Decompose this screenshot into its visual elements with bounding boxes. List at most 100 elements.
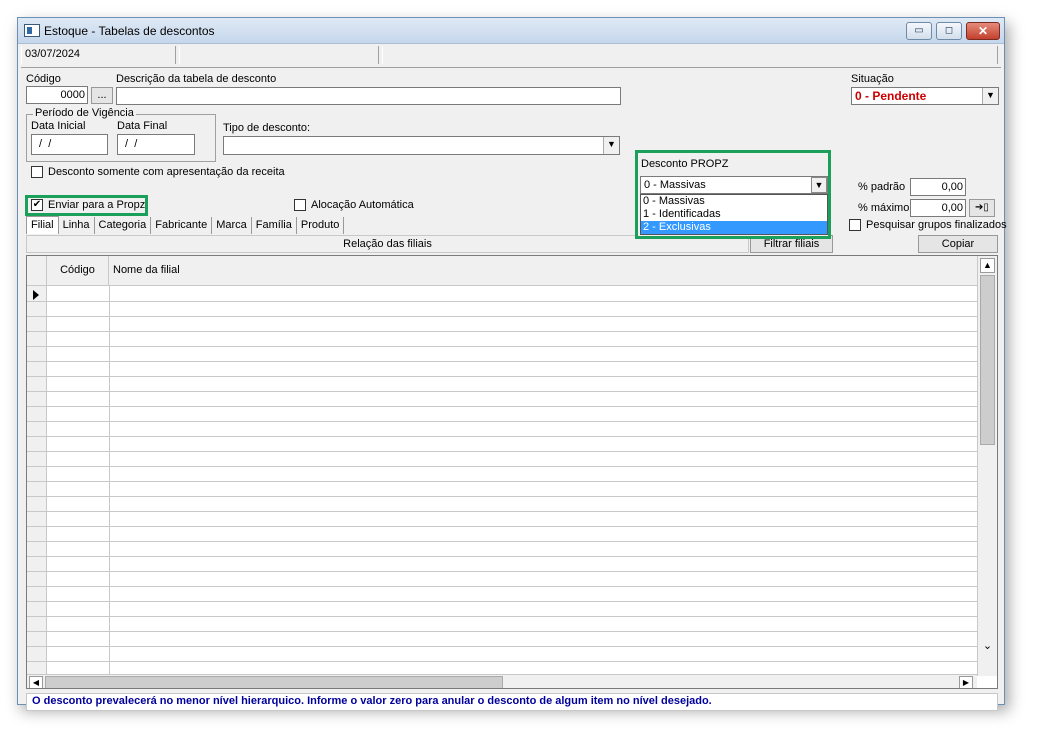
table-row[interactable]: [27, 406, 977, 407]
window-title: Estoque - Tabelas de descontos: [44, 24, 215, 38]
grid-header-row: Código Nome da filial: [27, 256, 977, 286]
status-cell-3: [382, 46, 998, 64]
descricao-label: Descrição da tabela de desconto: [116, 73, 277, 85]
footer-message: O desconto prevalecerá no menor nível hi…: [32, 695, 712, 707]
situacao-select[interactable]: 0 - Pendente ▼: [851, 87, 999, 105]
tab-filial[interactable]: Filial: [26, 216, 59, 234]
desconto-receita-checkbox[interactable]: [31, 166, 43, 178]
table-row[interactable]: [27, 601, 977, 602]
col-nome-header[interactable]: Nome da filial: [113, 256, 180, 284]
tab-linha[interactable]: Linha: [59, 217, 95, 234]
enviar-propz-label: Enviar para a Propz: [48, 199, 146, 211]
table-row[interactable]: [27, 646, 977, 647]
table-row[interactable]: [27, 496, 977, 497]
chevron-down-icon[interactable]: ▼: [982, 88, 998, 104]
table-row[interactable]: [27, 526, 977, 527]
table-row[interactable]: [27, 571, 977, 572]
title-bar[interactable]: Estoque - Tabelas de descontos ▭ ◻ ✕: [18, 18, 1004, 44]
table-row[interactable]: [27, 331, 977, 332]
maximize-button[interactable]: ◻: [936, 22, 962, 40]
table-row[interactable]: [27, 346, 977, 347]
tipo-desconto-select[interactable]: ▼: [223, 136, 620, 155]
pesquisar-checkbox[interactable]: [849, 219, 861, 231]
desconto-propz-group: Desconto PROPZ 0 - Massivas ▼ 0 - Massiv…: [635, 150, 831, 239]
data-inicial-input[interactable]: / /: [31, 134, 108, 155]
desconto-propz-label: Desconto PROPZ: [641, 158, 729, 170]
table-row[interactable]: [27, 481, 977, 482]
tab-produto[interactable]: Produto: [297, 217, 345, 234]
pct-padrao-label: % padrão: [858, 181, 906, 193]
row-indicator-header: [27, 256, 47, 286]
status-bar: 03/07/2024: [21, 45, 1001, 65]
table-row[interactable]: [27, 421, 977, 422]
table-row[interactable]: [27, 391, 977, 392]
grid-rows: [27, 286, 977, 676]
scroll-left-icon[interactable]: ◀: [29, 676, 43, 688]
table-row[interactable]: [27, 661, 977, 662]
propz-option-exclusivas[interactable]: 2 - Exclusivas: [641, 221, 827, 234]
tab-strip: Filial Linha Categoria Fabricante Marca …: [26, 216, 345, 234]
scroll-down-icon[interactable]: ⌄: [980, 640, 995, 655]
tab-marca[interactable]: Marca: [212, 217, 252, 234]
table-row[interactable]: [27, 361, 977, 362]
data-inicial-label: Data Inicial: [31, 120, 86, 132]
app-icon: [24, 24, 40, 37]
table-row[interactable]: [27, 466, 977, 467]
tab-categoria[interactable]: Categoria: [95, 217, 152, 234]
pct-maximo-label: % máximo: [858, 202, 910, 214]
horizontal-scroll-thumb[interactable]: [45, 676, 503, 688]
table-row[interactable]: [27, 511, 977, 512]
table-row[interactable]: [27, 586, 977, 587]
descricao-input[interactable]: [116, 87, 621, 105]
tab-familia[interactable]: Família: [252, 217, 297, 234]
vertical-scrollbar[interactable]: ▲ ⌄: [977, 256, 997, 676]
col-codigo-header[interactable]: Código: [47, 256, 109, 286]
table-row[interactable]: [27, 376, 977, 377]
desconto-propz-select[interactable]: 0 - Massivas ▼: [640, 176, 828, 194]
status-date: 03/07/2024: [21, 46, 176, 64]
main-window: Estoque - Tabelas de descontos ▭ ◻ ✕ 03/…: [17, 17, 1007, 711]
scroll-thumb[interactable]: [980, 275, 995, 445]
form-area: Código 0000 ... Descrição da tabela de d…: [21, 67, 1007, 711]
alocacao-label: Alocação Automática: [311, 199, 414, 211]
apply-arrow-icon[interactable]: ➔▯: [969, 199, 995, 217]
scroll-right-icon[interactable]: ▶: [959, 676, 973, 688]
scroll-up-icon[interactable]: ▲: [980, 258, 995, 273]
filiais-grid[interactable]: Código Nome da filial ▲ ⌄ ◀ ▶: [26, 255, 998, 689]
desconto-propz-value: 0 - Massivas: [644, 179, 706, 191]
data-final-input[interactable]: / /: [117, 134, 195, 155]
close-button[interactable]: ✕: [966, 22, 1000, 40]
table-row[interactable]: [27, 436, 977, 437]
table-row[interactable]: [27, 541, 977, 542]
footer-message-box: O desconto prevalecerá no menor nível hi…: [26, 693, 998, 711]
chevron-down-icon[interactable]: ▼: [811, 177, 827, 193]
copiar-button[interactable]: Copiar: [918, 235, 998, 253]
codigo-label: Código: [26, 73, 61, 85]
tab-fabricante[interactable]: Fabricante: [151, 217, 213, 234]
horizontal-scrollbar[interactable]: ◀ ▶: [27, 674, 977, 688]
codigo-input[interactable]: 0000: [26, 86, 88, 104]
table-row[interactable]: [27, 301, 977, 302]
pct-maximo-input[interactable]: 0,00: [910, 199, 966, 217]
table-row[interactable]: [27, 556, 977, 557]
propz-option-identificadas[interactable]: 1 - Identificadas: [641, 208, 827, 221]
pesquisar-label: Pesquisar grupos finalizados: [866, 219, 1007, 231]
desconto-receita-label: Desconto somente com apresentação da rec…: [48, 166, 285, 178]
table-row[interactable]: [27, 616, 977, 617]
minimize-button[interactable]: ▭: [906, 22, 932, 40]
chevron-down-icon[interactable]: ▼: [603, 137, 619, 154]
pct-padrao-input[interactable]: 0,00: [910, 178, 966, 196]
situacao-value: 0 - Pendente: [855, 89, 927, 103]
table-row[interactable]: [27, 631, 977, 632]
tipo-desconto-label: Tipo de desconto:: [223, 122, 311, 134]
situacao-label: Situação: [851, 73, 894, 85]
status-cell-2: [179, 46, 379, 64]
enviar-propz-checkbox[interactable]: ✔: [31, 199, 43, 211]
propz-option-massivas[interactable]: 0 - Massivas: [641, 195, 827, 208]
table-row[interactable]: [27, 451, 977, 452]
data-final-label: Data Final: [117, 120, 168, 132]
codigo-lookup-button[interactable]: ...: [91, 87, 113, 104]
desconto-propz-dropdown-list: 0 - Massivas 1 - Identificadas 2 - Exclu…: [640, 194, 828, 235]
table-row[interactable]: [27, 316, 977, 317]
alocacao-checkbox[interactable]: [294, 199, 306, 211]
